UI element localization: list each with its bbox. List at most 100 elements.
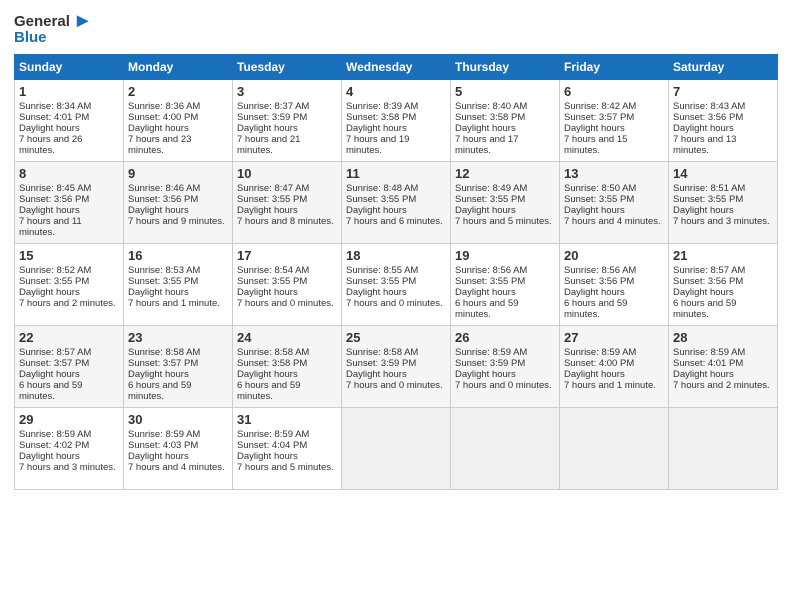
sunrise-text: Sunrise: 8:59 AM [673,347,773,358]
calendar-cell-19: 19Sunrise: 8:56 AMSunset: 3:55 PMDayligh… [451,244,560,326]
daylight-text: Daylight hours [128,123,228,134]
daylight-value: 7 hours and 8 minutes. [237,216,337,227]
sunrise-text: Sunrise: 8:59 AM [128,429,228,440]
sunset-text: Sunset: 4:00 PM [128,112,228,123]
calendar-cell-empty [560,408,669,490]
sunset-text: Sunset: 3:55 PM [346,194,446,205]
calendar-cell-12: 12Sunrise: 8:49 AMSunset: 3:55 PMDayligh… [451,162,560,244]
col-header-tuesday: Tuesday [233,55,342,80]
day-number: 2 [128,84,228,99]
sunset-text: Sunset: 3:55 PM [237,276,337,287]
sunrise-text: Sunrise: 8:45 AM [19,183,119,194]
day-number: 17 [237,248,337,263]
day-number: 30 [128,412,228,427]
daylight-value: 7 hours and 9 minutes. [128,216,228,227]
sunrise-text: Sunrise: 8:46 AM [128,183,228,194]
daylight-text: Daylight hours [237,123,337,134]
daylight-text: Daylight hours [346,205,446,216]
daylight-value: 7 hours and 0 minutes. [455,380,555,391]
daylight-value: 7 hours and 0 minutes. [237,298,337,309]
calendar-cell-5: 5Sunrise: 8:40 AMSunset: 3:58 PMDaylight… [451,80,560,162]
daylight-text: Daylight hours [237,287,337,298]
daylight-text: Daylight hours [19,451,119,462]
daylight-value: 7 hours and 5 minutes. [455,216,555,227]
logo-general: General [14,13,70,30]
day-number: 12 [455,166,555,181]
sunset-text: Sunset: 3:58 PM [237,358,337,369]
logo-blue: Blue [14,29,47,46]
daylight-text: Daylight hours [19,369,119,380]
calendar-cell-24: 24Sunrise: 8:58 AMSunset: 3:58 PMDayligh… [233,326,342,408]
logo-bird-icon: ► [73,10,93,33]
day-number: 16 [128,248,228,263]
day-number: 15 [19,248,119,263]
sunset-text: Sunset: 4:02 PM [19,440,119,451]
daylight-text: Daylight hours [564,205,664,216]
col-header-saturday: Saturday [669,55,778,80]
sunrise-text: Sunrise: 8:58 AM [346,347,446,358]
calendar-cell-21: 21Sunrise: 8:57 AMSunset: 3:56 PMDayligh… [669,244,778,326]
sunrise-text: Sunrise: 8:52 AM [19,265,119,276]
sunset-text: Sunset: 3:58 PM [346,112,446,123]
calendar-cell-9: 9Sunrise: 8:46 AMSunset: 3:56 PMDaylight… [124,162,233,244]
sunrise-text: Sunrise: 8:59 AM [237,429,337,440]
day-number: 7 [673,84,773,99]
calendar-cell-17: 17Sunrise: 8:54 AMSunset: 3:55 PMDayligh… [233,244,342,326]
daylight-value: 7 hours and 1 minute. [564,380,664,391]
daylight-text: Daylight hours [455,123,555,134]
daylight-text: Daylight hours [564,287,664,298]
daylight-value: 6 hours and 59 minutes. [673,298,773,320]
sunset-text: Sunset: 3:56 PM [673,112,773,123]
sunset-text: Sunset: 3:55 PM [19,276,119,287]
calendar-cell-15: 15Sunrise: 8:52 AMSunset: 3:55 PMDayligh… [15,244,124,326]
daylight-value: 7 hours and 6 minutes. [346,216,446,227]
calendar-cell-4: 4Sunrise: 8:39 AMSunset: 3:58 PMDaylight… [342,80,451,162]
sunset-text: Sunset: 3:57 PM [128,358,228,369]
calendar-cell-empty [342,408,451,490]
sunrise-text: Sunrise: 8:56 AM [564,265,664,276]
calendar-table: SundayMondayTuesdayWednesdayThursdayFrid… [14,54,778,490]
sunset-text: Sunset: 3:56 PM [128,194,228,205]
calendar-cell-6: 6Sunrise: 8:42 AMSunset: 3:57 PMDaylight… [560,80,669,162]
header: General ► Blue [14,10,778,46]
col-header-wednesday: Wednesday [342,55,451,80]
daylight-text: Daylight hours [564,369,664,380]
day-number: 8 [19,166,119,181]
day-number: 27 [564,330,664,345]
daylight-value: 7 hours and 3 minutes. [19,462,119,473]
day-number: 19 [455,248,555,263]
daylight-value: 7 hours and 0 minutes. [346,380,446,391]
daylight-value: 7 hours and 4 minutes. [128,462,228,473]
daylight-text: Daylight hours [128,287,228,298]
calendar-cell-8: 8Sunrise: 8:45 AMSunset: 3:56 PMDaylight… [15,162,124,244]
sunset-text: Sunset: 3:55 PM [237,194,337,205]
sunset-text: Sunset: 3:59 PM [455,358,555,369]
daylight-text: Daylight hours [19,205,119,216]
calendar-cell-empty [451,408,560,490]
daylight-text: Daylight hours [237,451,337,462]
sunset-text: Sunset: 3:55 PM [128,276,228,287]
sunrise-text: Sunrise: 8:59 AM [564,347,664,358]
sunrise-text: Sunrise: 8:42 AM [564,101,664,112]
sunset-text: Sunset: 3:56 PM [564,276,664,287]
daylight-text: Daylight hours [128,205,228,216]
daylight-value: 7 hours and 26 minutes. [19,134,119,156]
sunrise-text: Sunrise: 8:59 AM [455,347,555,358]
sunset-text: Sunset: 3:55 PM [346,276,446,287]
daylight-text: Daylight hours [673,369,773,380]
day-number: 22 [19,330,119,345]
daylight-value: 7 hours and 1 minute. [128,298,228,309]
daylight-text: Daylight hours [346,287,446,298]
daylight-value: 7 hours and 19 minutes. [346,134,446,156]
daylight-value: 6 hours and 59 minutes. [455,298,555,320]
daylight-value: 6 hours and 59 minutes. [128,380,228,402]
daylight-text: Daylight hours [673,287,773,298]
sunset-text: Sunset: 4:04 PM [237,440,337,451]
calendar-cell-28: 28Sunrise: 8:59 AMSunset: 4:01 PMDayligh… [669,326,778,408]
day-number: 13 [564,166,664,181]
sunrise-text: Sunrise: 8:55 AM [346,265,446,276]
daylight-text: Daylight hours [237,369,337,380]
calendar-cell-14: 14Sunrise: 8:51 AMSunset: 3:55 PMDayligh… [669,162,778,244]
daylight-text: Daylight hours [455,205,555,216]
calendar-cell-16: 16Sunrise: 8:53 AMSunset: 3:55 PMDayligh… [124,244,233,326]
